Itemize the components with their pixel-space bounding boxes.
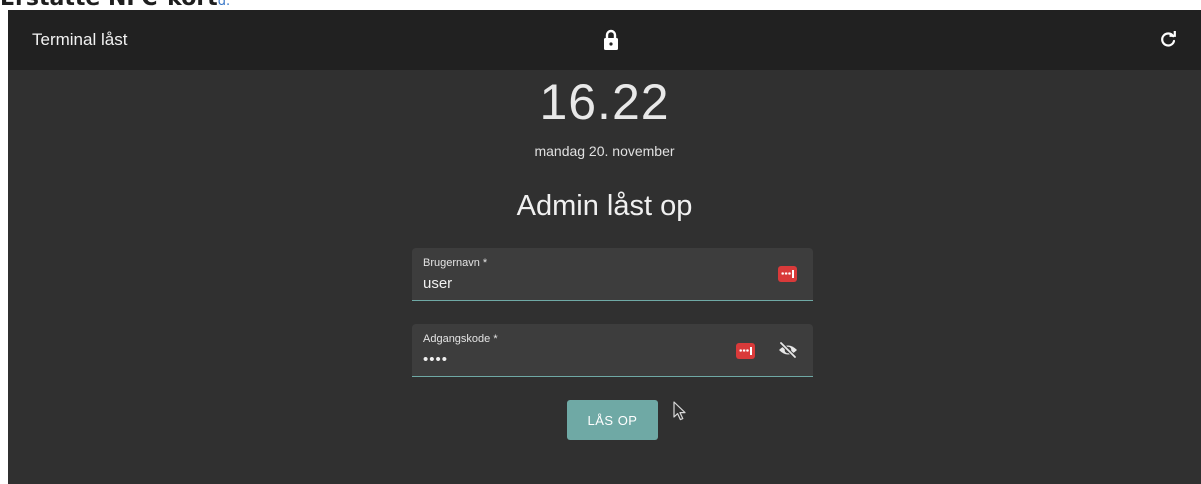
dots-icon bbox=[781, 272, 791, 275]
page-heading-tail: d. bbox=[217, 0, 231, 9]
cursor-bar-icon bbox=[750, 347, 752, 355]
unlock-button[interactable]: LÅS OP bbox=[567, 400, 658, 440]
password-label: Adgangskode * bbox=[423, 333, 498, 345]
password-manager-icon[interactable] bbox=[778, 266, 797, 282]
cursor-bar-icon bbox=[792, 270, 794, 278]
mouse-pointer-icon bbox=[673, 401, 686, 421]
username-field[interactable]: Brugernavn * bbox=[412, 248, 813, 301]
form-title: Admin låst op bbox=[516, 190, 693, 222]
clock-time: 16.22 bbox=[539, 74, 670, 130]
topbar-title: Terminal låst bbox=[32, 30, 128, 49]
password-manager-icon[interactable] bbox=[736, 343, 755, 359]
username-input[interactable] bbox=[423, 274, 723, 294]
app-window: Terminal låst 16.22 mandag 20. november … bbox=[8, 10, 1201, 484]
password-field[interactable]: Adgangskode * bbox=[412, 324, 813, 377]
clock-date: mandag 20. november bbox=[534, 143, 675, 159]
dots-icon bbox=[739, 349, 749, 352]
refresh-icon[interactable] bbox=[1159, 31, 1177, 49]
username-label: Brugernavn * bbox=[423, 257, 488, 269]
eye-off-icon[interactable] bbox=[778, 341, 798, 359]
topbar: Terminal låst bbox=[8, 10, 1201, 70]
password-input[interactable] bbox=[423, 350, 723, 370]
lock-icon bbox=[604, 29, 618, 50]
